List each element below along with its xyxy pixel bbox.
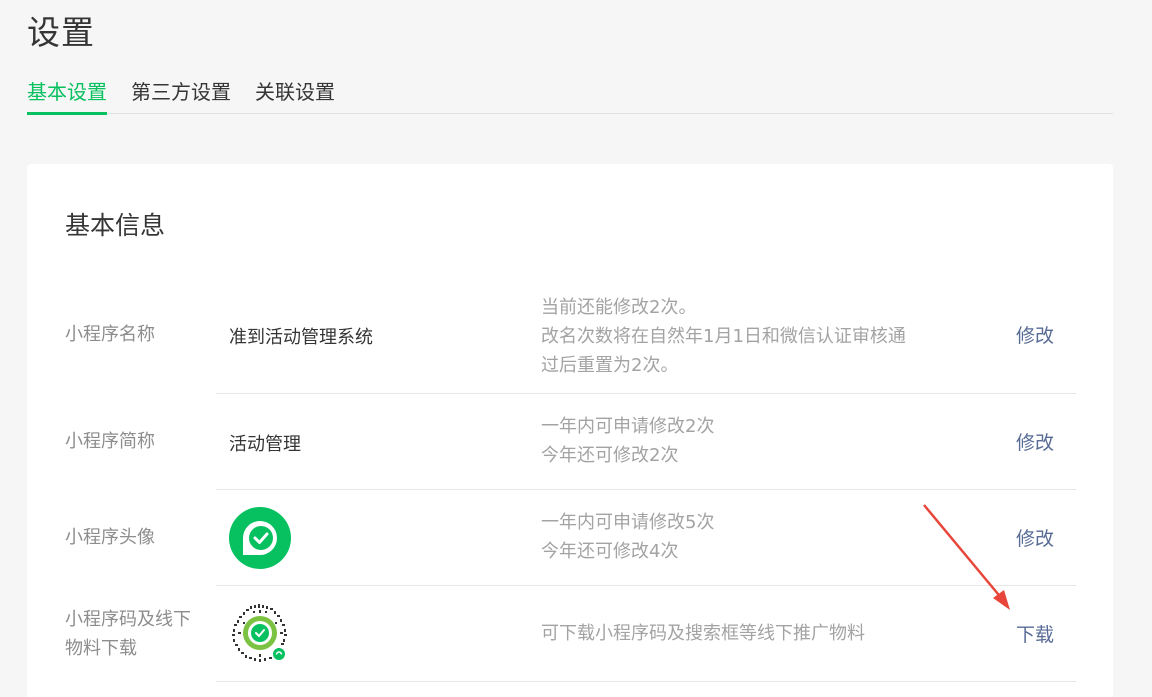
mini-program-code-icon [232,604,287,662]
row-label: 小程序名称 [65,324,155,345]
download-code-link[interactable]: 下载 [1016,620,1054,647]
desc-line: 过后重置为2次。 [541,355,679,376]
mini-program-avatar [229,507,291,574]
desc-line: 改名次数将在自然年1月1日和微信认证审核通 [541,326,906,347]
label-line: 物料下载 [65,638,137,659]
settings-tabs: 基本设置 第三方设置 关联设置 [27,76,1113,115]
card-title: 基本信息 [65,211,166,240]
row-mini-program-avatar: 小程序头像 一年内可申请修改5次 今年还可修改4次 修改 [27,490,1113,586]
row-label: 小程序简称 [65,431,155,452]
tab-related-settings[interactable]: 关联设置 [255,76,335,114]
tab-basic-settings[interactable]: 基本设置 [27,76,107,115]
row-description: 当前还能修改2次。 改名次数将在自然年1月1日和微信认证审核通 过后重置为2次。 [541,293,906,380]
row-description: 一年内可申请修改2次 今年还可修改2次 [541,412,714,470]
mini-program-code [229,602,291,669]
row-mini-program-code-download: 小程序码及线下 物料下载 可下载小程序码及搜索框等线下推广物料 下载 [27,586,1113,682]
row-mini-program-short-name: 小程序简称 活动管理 一年内可申请修改2次 今年还可修改2次 修改 [27,394,1113,490]
row-description: 一年内可申请修改5次 今年还可修改4次 [541,508,714,566]
label-line: 小程序码及线下 [65,609,191,630]
row-description: 可下载小程序码及搜索框等线下推广物料 [541,619,865,648]
mini-program-name-value: 准到活动管理系统 [229,327,373,348]
modify-name-link[interactable]: 修改 [1016,321,1054,348]
desc-line: 一年内可申请修改2次 [541,416,715,437]
desc-line: 今年还可修改4次 [541,541,679,562]
row-label: 小程序头像 [65,527,155,548]
basic-info-card: 基本信息 小程序名称 准到活动管理系统 当前还能修改2次。 改名次数将在自然年1… [27,164,1113,697]
modify-short-name-link[interactable]: 修改 [1016,428,1054,455]
modify-avatar-link[interactable]: 修改 [1016,524,1054,551]
desc-line: 可下载小程序码及搜索框等线下推广物料 [541,623,865,644]
mini-program-avatar-icon [229,507,291,569]
tab-third-party-settings[interactable]: 第三方设置 [131,76,231,114]
desc-line: 一年内可申请修改5次 [541,512,715,533]
desc-line: 今年还可修改2次 [541,445,679,466]
row-label: 小程序码及线下 物料下载 [65,605,191,663]
page-title: 设置 [27,13,95,52]
row-mini-program-name: 小程序名称 准到活动管理系统 当前还能修改2次。 改名次数将在自然年1月1日和微… [27,290,1113,394]
desc-line: 当前还能修改2次。 [541,297,697,318]
row-divider [216,681,1076,682]
mini-program-short-name-value: 活动管理 [229,434,301,455]
